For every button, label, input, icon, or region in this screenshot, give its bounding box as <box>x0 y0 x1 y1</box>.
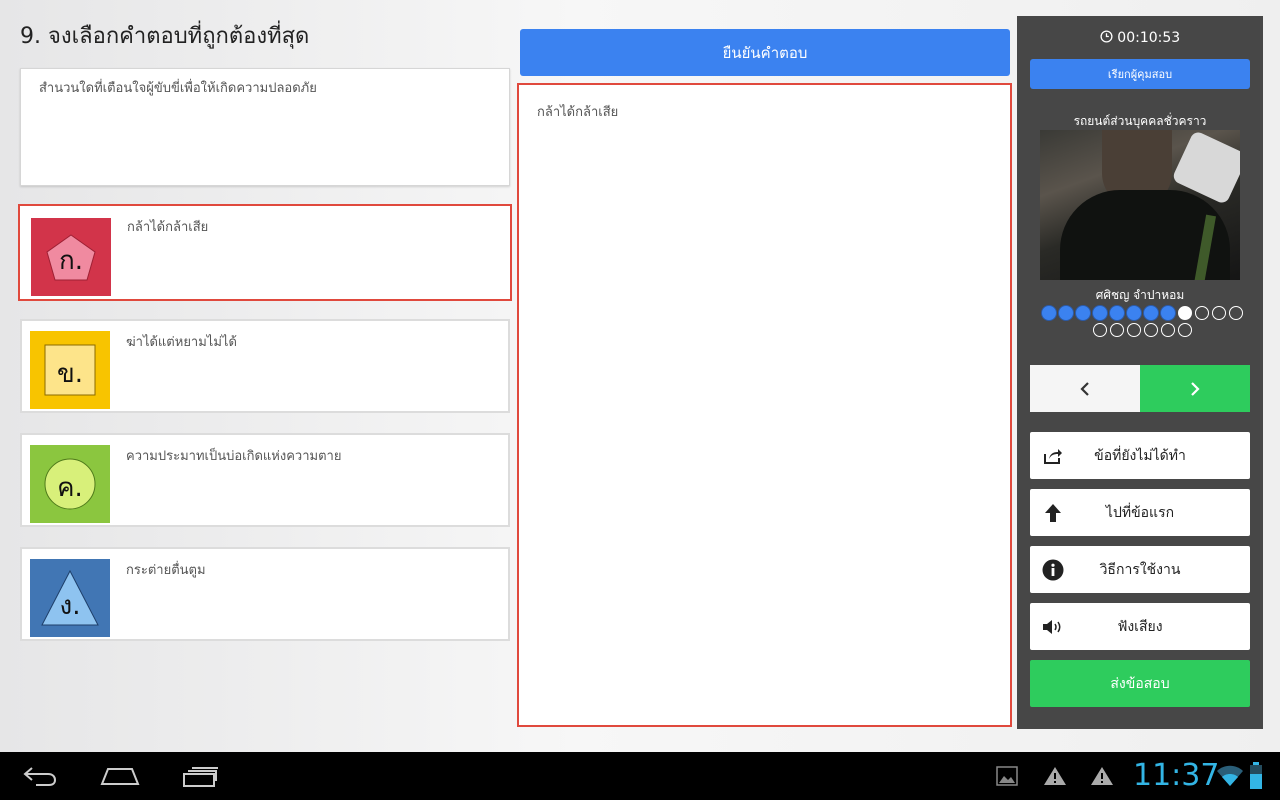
question-text-box: สำนวนใดที่เตือนใจผู้ขับขี่เพื่อให้เกิดคว… <box>20 68 510 186</box>
prev-question-button[interactable] <box>1030 365 1140 412</box>
gallery-notification-icon <box>996 766 1018 786</box>
progress-dot[interactable] <box>1109 323 1124 337</box>
chevron-left-icon <box>1080 381 1089 396</box>
home-icon[interactable] <box>100 766 140 786</box>
timer-value: 00:10:53 <box>1117 30 1181 46</box>
wifi-icon <box>1217 765 1243 786</box>
choice-c-text: ความประมาทเป็นบ่อเกิดแห่งความตาย <box>126 449 342 464</box>
listen-audio-button[interactable]: ฟังเสียง <box>1030 603 1250 650</box>
warning-icon <box>1044 767 1066 785</box>
next-question-button[interactable] <box>1140 365 1250 412</box>
progress-dot[interactable] <box>1228 306 1243 320</box>
speaker-icon <box>1042 616 1064 638</box>
examinee-name: ศศิชญ จำปาหอม <box>1095 288 1185 302</box>
recent-apps-icon[interactable] <box>182 766 220 788</box>
progress-dot[interactable] <box>1109 306 1124 320</box>
choice-a[interactable]: ก. กล้าได้กล้าเสีย <box>18 204 512 301</box>
progress-dots <box>1037 306 1247 337</box>
how-to-use-button[interactable]: วิธีการใช้งาน <box>1030 546 1250 593</box>
choice-b-badge: ข. <box>30 331 110 409</box>
question-title: 9. จงเลือกคำตอบที่ถูกต้องที่สุด <box>20 24 310 49</box>
choice-a-text: กล้าได้กล้าเสีย <box>127 220 209 235</box>
progress-dot[interactable] <box>1058 306 1073 320</box>
progress-dot[interactable] <box>1092 323 1107 337</box>
progress-dot[interactable] <box>1177 306 1192 320</box>
back-icon[interactable] <box>22 766 58 788</box>
answer-preview-text: กล้าได้กล้าเสีย <box>537 105 619 120</box>
info-icon <box>1042 559 1064 581</box>
chevron-right-icon <box>1191 381 1200 396</box>
go-first-question-button[interactable]: ไปที่ข้อแรก <box>1030 489 1250 536</box>
unanswered-label: ข้อที่ยังไม่ได้ทำ <box>1094 447 1186 464</box>
listen-label: ฟังเสียง <box>1117 618 1163 635</box>
progress-dot[interactable] <box>1194 306 1209 320</box>
battery-icon <box>1250 762 1262 789</box>
progress-dot[interactable] <box>1143 323 1158 337</box>
clock-icon <box>1100 30 1113 43</box>
choice-d-letter: ง. <box>59 591 81 621</box>
side-panel: 00:10:53 เรียกผู้คุมสอบ รถยนต์ส่วนบุคคลช… <box>1017 16 1263 729</box>
choice-c[interactable]: ค. ความประมาทเป็นบ่อเกิดแห่งความตาย <box>20 433 510 527</box>
progress-dot[interactable] <box>1160 306 1175 320</box>
progress-dot[interactable] <box>1041 306 1056 320</box>
choice-a-badge: ก. <box>31 218 111 296</box>
question-nav <box>1030 365 1250 412</box>
confirm-answer-button[interactable]: ยืนยันคำตอบ <box>520 29 1010 76</box>
answer-preview-box: กล้าได้กล้าเสีย <box>517 83 1012 727</box>
webcam-feed <box>1040 130 1240 280</box>
choice-d-badge: ง. <box>30 559 110 637</box>
choice-b-text: ฆ่าได้แต่หยามไม่ได้ <box>126 335 237 350</box>
choice-d[interactable]: ง. กระต่ายตื่นตูม <box>20 547 510 641</box>
progress-dot[interactable] <box>1177 323 1192 337</box>
progress-dot[interactable] <box>1075 306 1090 320</box>
progress-dot[interactable] <box>1126 306 1141 320</box>
system-clock: 11:37 <box>1133 758 1220 793</box>
progress-dot[interactable] <box>1092 306 1107 320</box>
choice-b-letter: ข. <box>56 359 84 389</box>
question-text: สำนวนใดที่เตือนใจผู้ขับขี่เพื่อให้เกิดคว… <box>39 81 317 96</box>
unanswered-questions-button[interactable]: ข้อที่ยังไม่ได้ทำ <box>1030 432 1250 479</box>
arrow-up-icon <box>1042 502 1064 524</box>
choice-d-text: กระต่ายตื่นตูม <box>126 563 206 578</box>
call-proctor-button[interactable]: เรียกผู้คุมสอบ <box>1030 59 1250 89</box>
choice-c-badge: ค. <box>30 445 110 523</box>
exam-timer: 00:10:53 <box>1017 30 1263 46</box>
progress-dot[interactable] <box>1126 323 1141 337</box>
choice-c-letter: ค. <box>57 473 83 503</box>
submit-exam-button[interactable]: ส่งข้อสอบ <box>1030 660 1250 707</box>
go-first-label: ไปที่ข้อแรก <box>1105 504 1175 521</box>
how-to-use-label: วิธีการใช้งาน <box>1099 561 1181 578</box>
license-type-label: รถยนต์ส่วนบุคคลชั่วคราว <box>1073 114 1207 128</box>
choice-a-letter: ก. <box>58 246 83 276</box>
progress-dot[interactable] <box>1160 323 1175 337</box>
system-navigation-bar: 11:37 <box>0 752 1280 800</box>
choice-b[interactable]: ข. ฆ่าได้แต่หยามไม่ได้ <box>20 319 510 413</box>
share-icon <box>1042 445 1064 467</box>
progress-dot[interactable] <box>1143 306 1158 320</box>
progress-dot[interactable] <box>1211 306 1226 320</box>
warning-icon <box>1091 767 1113 785</box>
